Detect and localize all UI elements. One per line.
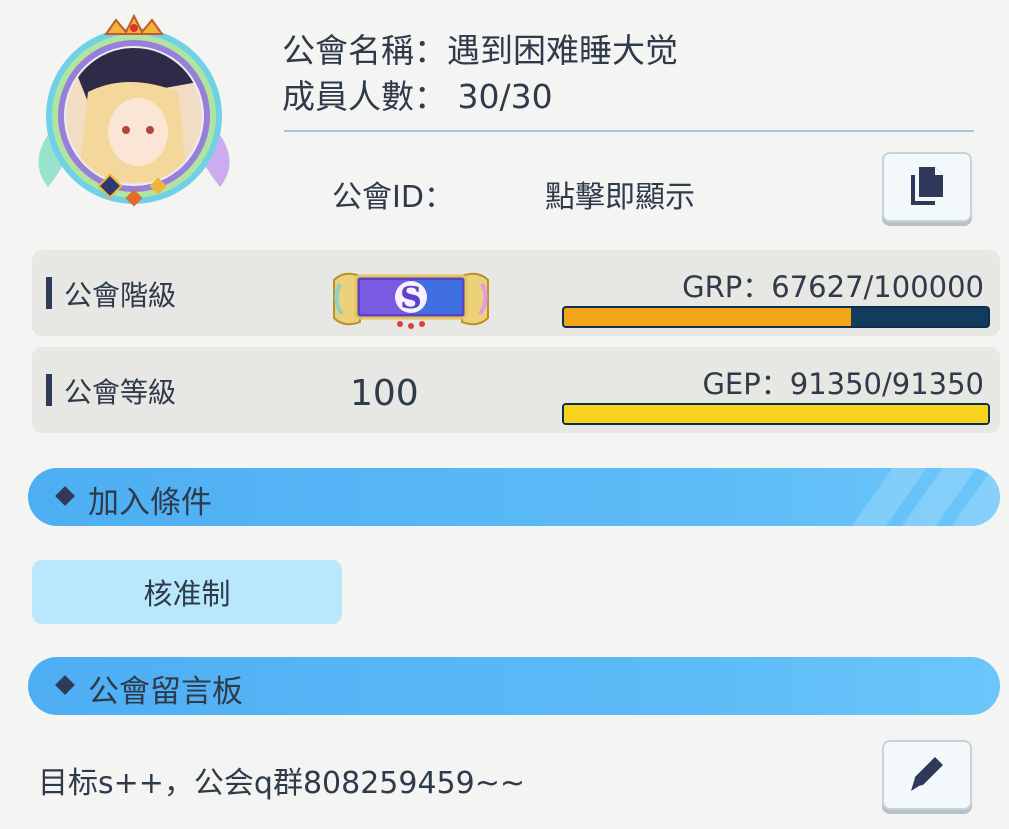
- guild-board-title: 公會留言板: [88, 674, 243, 710]
- guild-level-label: 公會等級: [64, 376, 177, 409]
- label-marker: [46, 374, 52, 406]
- member-count: 成員人數： 30/30: [282, 77, 553, 116]
- diamond-icon: [55, 486, 75, 506]
- grp-value: GRP：67627/100000: [682, 270, 984, 304]
- diamond-icon: [55, 675, 75, 695]
- gep-progress-fill: [564, 405, 988, 423]
- join-conditions-header: 加入條件: [28, 468, 1000, 526]
- join-conditions-title: 加入條件: [88, 485, 212, 521]
- gep-value: GEP：91350/91350: [702, 367, 984, 401]
- gep-progress-bar: [562, 403, 990, 425]
- guild-board-header: 公會留言板: [28, 657, 1000, 715]
- label-marker: [46, 277, 52, 309]
- guild-id-reveal[interactable]: 點擊即顯示: [545, 172, 695, 216]
- header-divider: [284, 130, 974, 132]
- grp-progress-bar: [562, 306, 990, 328]
- guild-rank-label: 公會階級: [64, 279, 177, 312]
- guild-id-label: 公會ID：: [332, 180, 454, 215]
- guild-level-panel: 公會等級 100 GEP：91350/91350: [32, 347, 1000, 433]
- copy-button[interactable]: [882, 152, 972, 222]
- guild-rank-panel: 公會階級 S GRP：67627/100000: [32, 250, 1000, 336]
- guild-avatar[interactable]: [28, 12, 240, 212]
- join-condition-value: 核准制: [32, 560, 342, 624]
- rank-badge: S: [330, 266, 492, 332]
- copy-icon: [905, 163, 949, 211]
- edit-button[interactable]: [882, 740, 972, 810]
- pencil-icon: [905, 751, 949, 799]
- guild-board-message: 目标s++，公会q群808259459~~: [38, 766, 526, 801]
- guild-name: 公會名稱：遇到困难睡大觉: [282, 31, 678, 70]
- rank-badge-letter: S: [400, 281, 422, 316]
- guild-level-value: 100: [350, 373, 419, 414]
- grp-progress-fill: [564, 308, 851, 326]
